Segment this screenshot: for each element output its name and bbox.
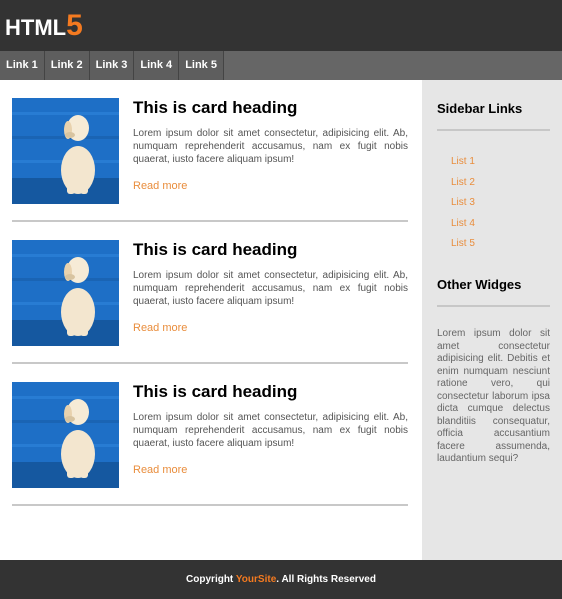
card-text: Lorem ipsum dolor sit amet consectetur, … xyxy=(133,412,408,449)
widgets-title: Other Widges xyxy=(437,277,522,292)
logo-accent: 5 xyxy=(66,9,83,42)
card-text: Lorem ipsum dolor sit amet consectetur, … xyxy=(133,270,408,307)
card-heading: This is card heading xyxy=(133,382,298,401)
card-heading: This is card heading xyxy=(133,98,298,117)
logo-text: HTML xyxy=(5,15,67,40)
footer-site-link[interactable]: YourSite xyxy=(236,574,276,585)
card: This is card heading Lorem ipsum dolor s… xyxy=(12,80,408,222)
sidebar-link-3[interactable]: List 3 xyxy=(451,193,475,214)
sidebar-links-list: List 1 List 2 List 3 List 4 List 5 xyxy=(451,152,475,255)
card-text: Lorem ipsum dolor sit amet consectetur, … xyxy=(133,128,408,165)
sidebar-link-1[interactable]: List 1 xyxy=(451,152,475,173)
nav-link-3[interactable]: Link 3 xyxy=(89,51,135,80)
site-logo[interactable]: HTML5 xyxy=(5,9,83,42)
card-image xyxy=(12,240,119,346)
read-more-link[interactable]: Read more xyxy=(133,464,408,476)
card-image xyxy=(12,98,119,204)
widgets-text: Lorem ipsum dolor sit amet consectetur a… xyxy=(437,328,550,464)
sidebar-link-2[interactable]: List 2 xyxy=(451,173,475,194)
card-image xyxy=(12,382,119,488)
sidebar-divider xyxy=(437,305,550,307)
main-nav: Link 1 Link 2 Link 3 Link 4 Link 5 xyxy=(0,51,562,80)
nav-link-5[interactable]: Link 5 xyxy=(179,51,224,80)
nav-link-4[interactable]: Link 4 xyxy=(134,51,180,80)
card: This is card heading Lorem ipsum dolor s… xyxy=(12,222,408,364)
sidebar: Sidebar Links List 1 List 2 List 3 List … xyxy=(422,80,562,560)
nav-link-1[interactable]: Link 1 xyxy=(0,51,45,80)
site-header: HTML5 xyxy=(0,0,562,51)
footer-prefix: Copyright xyxy=(186,574,236,585)
site-footer: Copyright YourSite. All Rights Reserved xyxy=(0,560,562,599)
main-content: This is card heading Lorem ipsum dolor s… xyxy=(12,80,408,506)
footer-suffix: . All Rights Reserved xyxy=(276,574,376,585)
card: This is card heading Lorem ipsum dolor s… xyxy=(12,364,408,506)
read-more-link[interactable]: Read more xyxy=(133,180,408,192)
nav-link-2[interactable]: Link 2 xyxy=(44,51,90,80)
sidebar-link-4[interactable]: List 4 xyxy=(451,214,475,235)
read-more-link[interactable]: Read more xyxy=(133,322,408,334)
card-heading: This is card heading xyxy=(133,240,298,259)
sidebar-links-title: Sidebar Links xyxy=(437,101,523,116)
sidebar-link-5[interactable]: List 5 xyxy=(451,234,475,255)
sidebar-divider xyxy=(437,129,550,131)
